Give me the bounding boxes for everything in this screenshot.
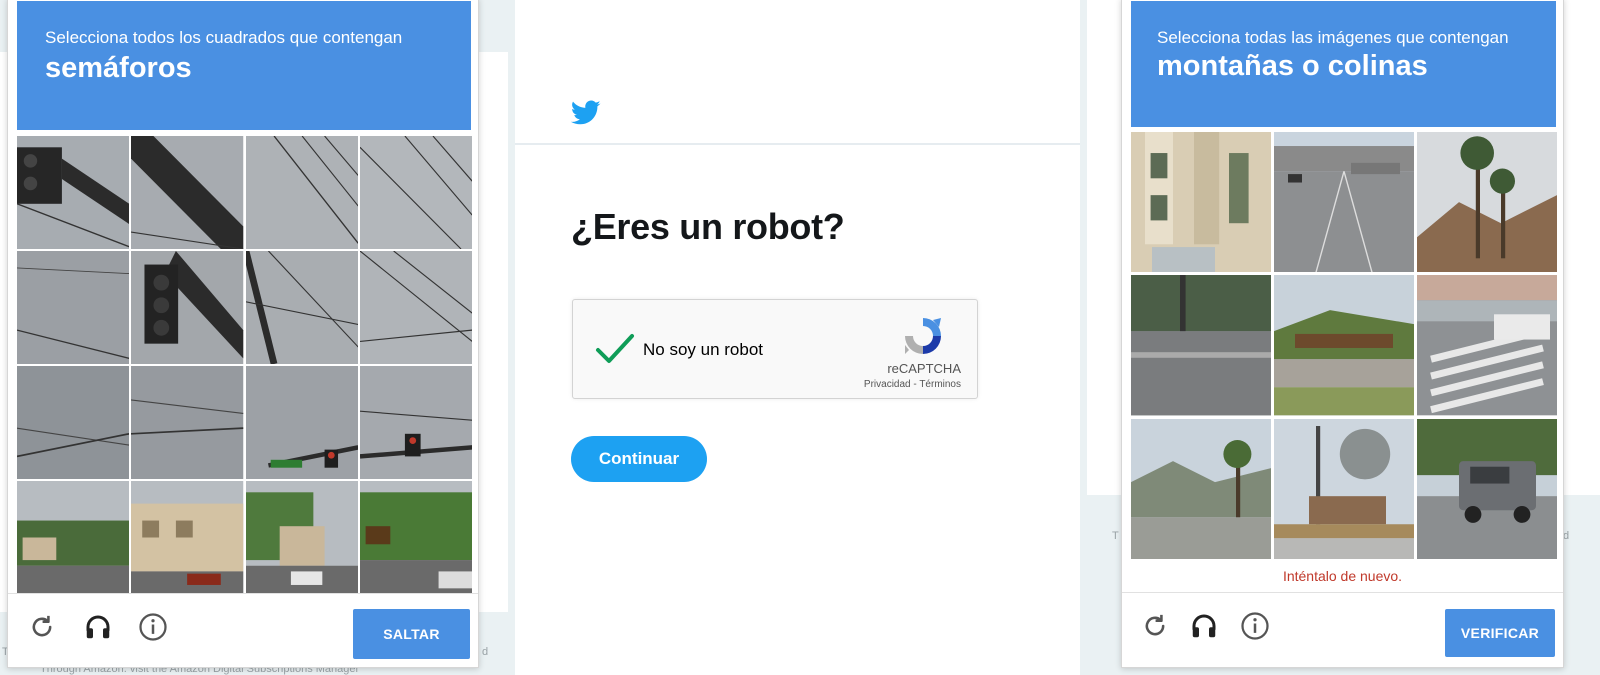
captcha-tile[interactable] bbox=[17, 136, 130, 249]
captcha-tile[interactable] bbox=[359, 251, 472, 364]
captcha-tile[interactable] bbox=[131, 481, 244, 594]
info-icon[interactable] bbox=[138, 612, 168, 642]
captcha-tile[interactable] bbox=[1274, 132, 1414, 273]
captcha-instruction-text: Selecciona todas las imágenes que conten… bbox=[1157, 28, 1509, 47]
skip-button[interactable]: SALTAR bbox=[353, 609, 470, 659]
captcha-instruction-text: Selecciona todos los cuadrados que conte… bbox=[45, 28, 403, 47]
captcha-tile[interactable] bbox=[1274, 418, 1414, 559]
captcha-tile[interactable] bbox=[245, 136, 358, 249]
headphones-icon[interactable] bbox=[83, 612, 113, 642]
captcha-image-grid bbox=[1131, 132, 1557, 559]
captcha-tile[interactable] bbox=[17, 481, 130, 594]
checkmark-icon[interactable] bbox=[595, 332, 635, 371]
captcha-target-word: montañas o colinas bbox=[1157, 50, 1428, 82]
recaptcha-checkbox-widget[interactable]: No soy un robot reCAPTCHA Privacidad - T… bbox=[572, 299, 978, 399]
captcha-tile[interactable] bbox=[245, 481, 358, 594]
recaptcha-brand: reCAPTCHA bbox=[887, 361, 961, 376]
reload-icon[interactable] bbox=[27, 612, 57, 642]
background-letter: T bbox=[1112, 530, 1119, 542]
captcha-tile[interactable] bbox=[1417, 275, 1557, 416]
recaptcha-logo-icon bbox=[901, 314, 945, 363]
page-title: ¿Eres un robot? bbox=[571, 206, 845, 247]
headphones-icon[interactable] bbox=[1189, 611, 1219, 641]
captcha-image-grid bbox=[17, 136, 472, 594]
continue-button[interactable]: Continuar bbox=[571, 436, 707, 482]
recaptcha-terms-link[interactable]: Privacidad - Términos bbox=[864, 379, 961, 390]
captcha-tile[interactable] bbox=[131, 366, 244, 479]
captcha-tile[interactable] bbox=[1131, 418, 1271, 559]
captcha-tile[interactable] bbox=[359, 136, 472, 249]
verify-button[interactable]: VERIFICAR bbox=[1445, 609, 1555, 657]
recaptcha-label: No soy un robot bbox=[643, 340, 764, 359]
image-captcha-traffic-lights: Selecciona todos los cuadrados que conte… bbox=[7, 0, 479, 668]
captcha-tile[interactable] bbox=[1274, 275, 1414, 416]
header-divider bbox=[515, 143, 1080, 145]
info-icon[interactable] bbox=[1240, 611, 1270, 641]
captcha-tile[interactable] bbox=[359, 366, 472, 479]
captcha-tile[interactable] bbox=[245, 366, 358, 479]
captcha-instruction-header: Selecciona todos los cuadrados que conte… bbox=[17, 1, 471, 130]
captcha-target-word: semáforos bbox=[45, 52, 192, 84]
captcha-tile[interactable] bbox=[17, 251, 130, 364]
captcha-tile[interactable] bbox=[245, 251, 358, 364]
captcha-instruction-header: Selecciona todas las imágenes que conten… bbox=[1131, 1, 1556, 127]
captcha-tile[interactable] bbox=[1131, 132, 1271, 273]
captcha-tile[interactable] bbox=[1417, 132, 1557, 273]
captcha-tile[interactable] bbox=[17, 366, 130, 479]
background-letter: d bbox=[482, 646, 489, 658]
captcha-footer-divider bbox=[8, 593, 478, 594]
error-message: Inténtalo de nuevo. bbox=[1282, 568, 1403, 584]
captcha-tile[interactable] bbox=[1131, 275, 1271, 416]
captcha-footer-divider bbox=[1122, 592, 1563, 593]
captcha-tile[interactable] bbox=[359, 481, 472, 594]
image-captcha-mountains: Selecciona todas las imágenes que conten… bbox=[1121, 0, 1564, 668]
captcha-tile[interactable] bbox=[1417, 418, 1557, 559]
reload-icon[interactable] bbox=[1140, 611, 1170, 641]
captcha-tile[interactable] bbox=[131, 251, 244, 364]
twitter-bird-icon bbox=[570, 100, 601, 131]
twitter-verification-panel: ¿Eres un robot? No soy un robot reCAPTCH… bbox=[515, 0, 1080, 675]
captcha-tile[interactable] bbox=[131, 136, 244, 249]
